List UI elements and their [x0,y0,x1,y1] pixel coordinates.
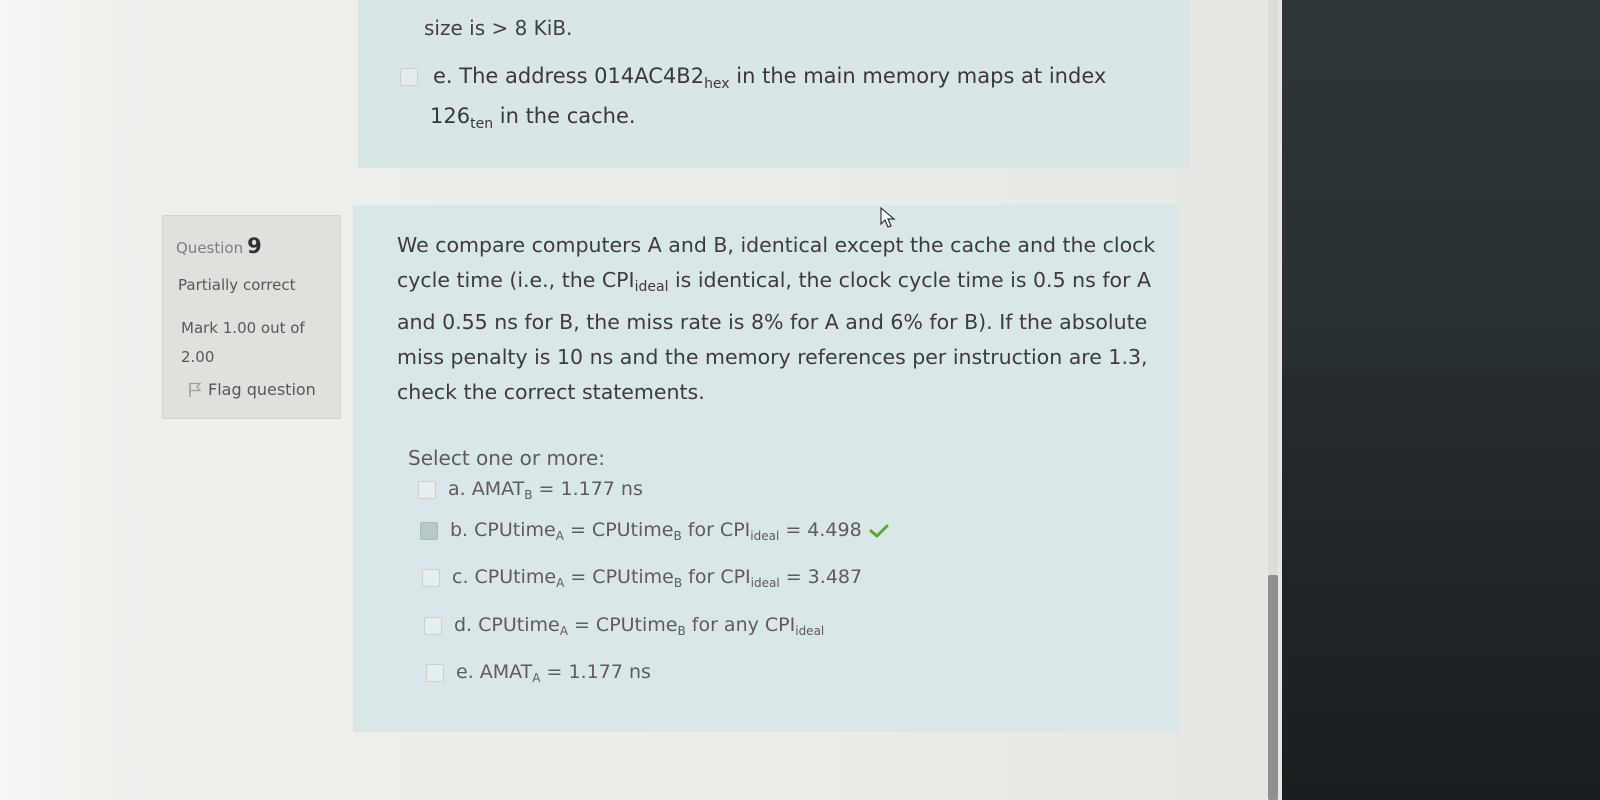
answer-checkbox[interactable] [426,664,444,682]
answer-option-a[interactable]: a. AMATB = 1.177 ns [418,478,643,502]
flag-question-label: Flag question [208,380,316,399]
check-icon [869,524,889,538]
left-margin [0,0,115,800]
answer-option-d[interactable]: d. CPUtimeA = CPUtimeB for any CPIideal [424,614,824,638]
monitor-bezel-lower [1282,375,1600,800]
question-text: We compare computers A and B, identical … [397,228,1167,410]
answer-label: c. CPUtimeA = CPUtimeB for CPIideal = 3.… [452,566,863,590]
previous-option-e-line2: 126ten in the cache. [430,104,636,132]
answer-checkbox[interactable] [420,522,438,540]
answer-checkbox[interactable] [424,617,442,635]
question-text-line: check the correct statements. [397,380,705,404]
answer-label: e. AMATA = 1.177 ns [456,661,651,685]
answer-prompt: Select one or more: [408,446,605,470]
question-state: Partially correct [178,276,296,294]
previous-option-e-checkbox[interactable] [400,68,418,86]
cursor-icon [880,207,896,228]
question-text-line: and 0.55 ns for B, the miss rate is 8% f… [397,310,1148,334]
question-text-line: We compare computers A and B, identical … [397,233,1156,257]
question-text-line: miss penalty is 10 ns and the memory ref… [397,345,1148,369]
answer-checkbox[interactable] [422,569,440,587]
answer-label: a. AMATB = 1.177 ns [448,478,643,502]
answer-label: d. CPUtimeA = CPUtimeB for any CPIideal [454,614,825,638]
question-number: 9 [247,234,262,258]
scrollbar-thumb[interactable] [1268,575,1278,800]
answer-checkbox[interactable] [418,481,436,499]
answer-option-b[interactable]: b. CPUtimeA = CPUtimeB for CPIideal = 4.… [420,519,890,543]
question-text-line: cycle time (i.e., the CPIideal is identi… [397,268,1152,295]
question-mark: Mark 1.00 out of 2.00 [181,319,305,366]
question-number-label: Question 9 [176,234,262,258]
answer-option-e[interactable]: e. AMATA = 1.177 ns [426,661,651,685]
flag-question-link[interactable]: Flag question [188,380,316,399]
previous-option-text: size is > 8 KiB. [424,16,573,40]
previous-option-e-line1: e. The address 014AC4B2hex in the main m… [433,64,1107,92]
flag-icon [189,382,202,397]
answer-option-c[interactable]: c. CPUtimeA = CPUtimeB for CPIideal = 3.… [422,566,862,590]
answer-label: b. CPUtimeA = CPUtimeB for CPIideal = 4.… [450,519,862,543]
